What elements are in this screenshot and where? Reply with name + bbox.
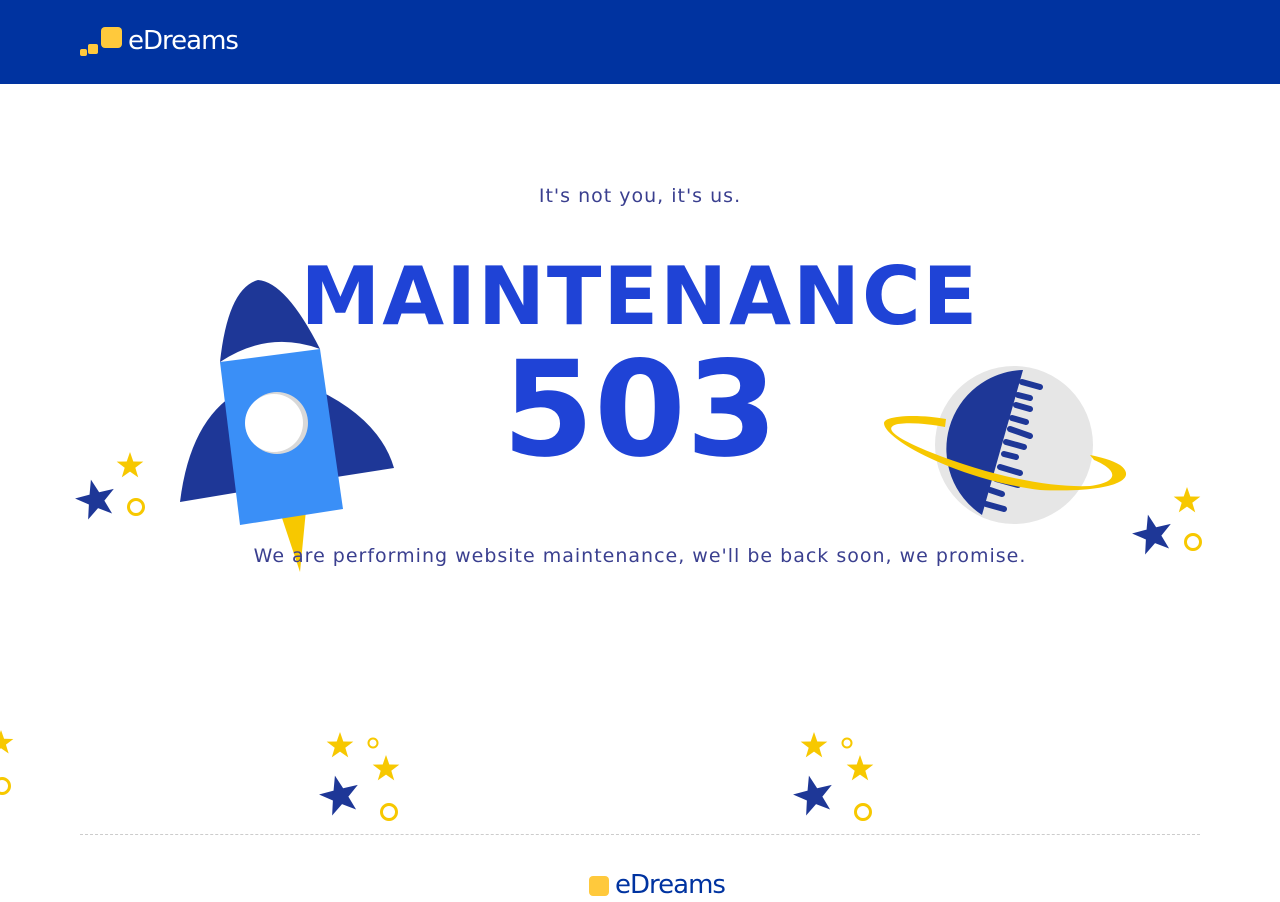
star-cluster-bottom-center-left	[315, 732, 400, 821]
footer-divider	[80, 834, 1200, 835]
page-title: MAINTENANCE	[300, 250, 980, 343]
tagline: It's not you, it's us.	[538, 185, 742, 207]
maintenance-message: We are performing website maintenance, w…	[253, 545, 1027, 567]
error-code: 503	[502, 333, 778, 487]
star-cluster-bottom-left	[0, 730, 14, 795]
footer-logo[interactable]: eDreams	[589, 870, 726, 902]
logo-mark-icon	[589, 870, 633, 902]
star-cluster-bottom-center-right	[789, 732, 874, 821]
